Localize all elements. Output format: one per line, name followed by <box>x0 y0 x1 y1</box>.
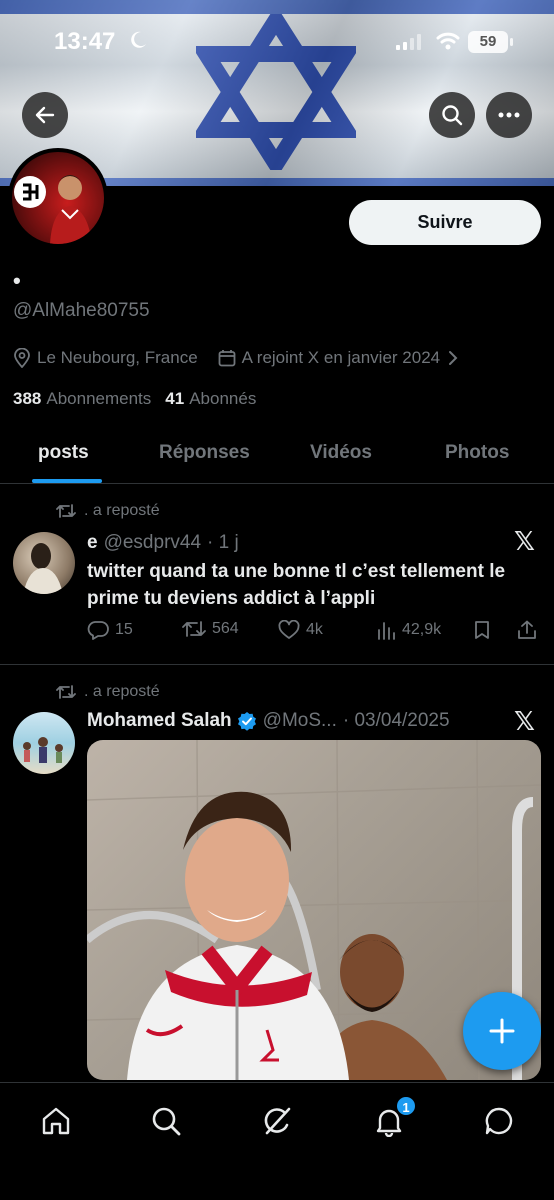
tab-videos[interactable]: Vidéos <box>310 442 372 464</box>
search-icon <box>442 105 463 126</box>
back-button[interactable] <box>22 92 68 138</box>
post-divider <box>0 664 554 665</box>
chevron-right-icon[interactable] <box>448 350 458 366</box>
signal-icon <box>396 34 421 50</box>
repost-indicator: . a reposté <box>56 502 160 520</box>
verified-icon <box>237 712 256 731</box>
search-button[interactable] <box>429 92 475 138</box>
followers-label: Abonnés <box>189 389 257 408</box>
reply-count: 15 <box>115 621 133 638</box>
follow-counts: 388 Abonnements 41 Abonnés <box>13 389 270 409</box>
repost-button[interactable]: 564 <box>182 620 239 638</box>
battery-tip <box>510 38 513 46</box>
avatar-image <box>14 175 92 244</box>
more-icon <box>498 112 520 118</box>
profile-meta: Le Neubourg, France A rejoint X en janvi… <box>13 348 458 368</box>
avatar-image <box>23 543 63 594</box>
post-author-name[interactable]: Mohamed Salah <box>87 710 232 732</box>
tab-photos[interactable]: Photos <box>445 442 509 464</box>
status-time: 13:47 <box>54 28 116 55</box>
repost-count: 564 <box>212 620 239 637</box>
repost-label: . a reposté <box>84 683 160 700</box>
post-author-avatar[interactable] <box>13 532 75 594</box>
profile-tabs: posts Réponses Vidéos Photos <box>0 426 554 484</box>
nav-messages[interactable] <box>479 1101 519 1141</box>
like-icon <box>278 620 300 639</box>
share-icon <box>518 620 536 639</box>
compose-plus-icon <box>489 1018 515 1044</box>
post-author-avatar[interactable] <box>13 712 75 774</box>
repost-icon <box>56 504 76 518</box>
grok-icon <box>264 1107 291 1135</box>
x-logo-icon: 𝕏 <box>514 526 535 556</box>
profile-handle: @AlMahe80755 <box>13 300 150 321</box>
post-header: e @esdprv44 · 1 j <box>87 532 239 554</box>
nav-home[interactable] <box>36 1101 76 1141</box>
wifi-icon <box>436 32 460 50</box>
location-icon <box>14 348 30 368</box>
tab-replies[interactable]: Réponses <box>159 442 250 464</box>
x-logo-icon: 𝕏 <box>514 706 535 736</box>
nav-explore[interactable] <box>146 1101 186 1141</box>
bottom-navigation: 1 <box>0 1082 554 1200</box>
calendar-icon <box>218 350 236 367</box>
bookmark-button[interactable] <box>473 620 491 640</box>
repost-label: . a reposté <box>84 502 160 519</box>
following-link[interactable]: 388 Abonnements <box>13 389 151 409</box>
post-time: · 1 j <box>207 532 239 553</box>
post-actions: 15 564 4k 42,9k <box>87 620 543 646</box>
repost-indicator: . a reposté <box>56 683 160 701</box>
post-author-name[interactable]: e <box>87 532 98 554</box>
explore-icon <box>152 1107 181 1136</box>
post-author-handle[interactable]: @esdprv44 <box>104 532 201 554</box>
followers-link[interactable]: 41 Abonnés <box>165 389 256 409</box>
moon-icon <box>131 31 146 48</box>
like-count: 4k <box>306 621 323 638</box>
views-icon <box>378 622 395 640</box>
post-time: · 03/04/2025 <box>342 710 450 731</box>
profile-location: Le Neubourg, France <box>37 348 198 367</box>
repost-icon <box>182 621 206 637</box>
post-header: Mohamed Salah @MoS... · 03/04/2025 <box>87 710 450 732</box>
following-label: Abonnements <box>46 389 152 408</box>
profile-joined: A rejoint X en janvier 2024 <box>241 348 441 367</box>
active-tab-indicator <box>32 479 102 483</box>
reply-icon <box>87 621 109 640</box>
repost-icon <box>56 685 76 699</box>
compose-button[interactable] <box>463 992 541 1070</box>
views-button[interactable]: 42,9k <box>376 620 441 640</box>
views-count: 42,9k <box>402 621 442 638</box>
avatar-image <box>23 737 63 763</box>
profile-avatar[interactable] <box>8 148 108 248</box>
profile-display-name: • <box>13 268 21 293</box>
home-icon <box>42 1107 70 1135</box>
bookmark-icon <box>475 621 489 639</box>
nav-grok[interactable] <box>257 1101 297 1141</box>
post-author-handle[interactable]: @MoS... <box>263 710 337 732</box>
follow-button[interactable]: Suivre <box>349 200 541 245</box>
notification-badge: 1 <box>395 1095 417 1117</box>
battery-indicator: 59 <box>468 31 508 53</box>
more-button[interactable] <box>486 92 532 138</box>
followers-count: 41 <box>165 389 185 408</box>
share-button[interactable] <box>517 620 537 640</box>
tab-posts[interactable]: posts <box>38 442 89 464</box>
like-button[interactable]: 4k <box>278 620 323 640</box>
messages-icon <box>485 1107 513 1135</box>
following-count: 388 <box>13 389 42 408</box>
reply-button[interactable]: 15 <box>87 620 133 640</box>
post-text: twitter quand ta une bonne tl c’est tell… <box>87 561 506 609</box>
back-arrow-icon <box>35 106 55 124</box>
